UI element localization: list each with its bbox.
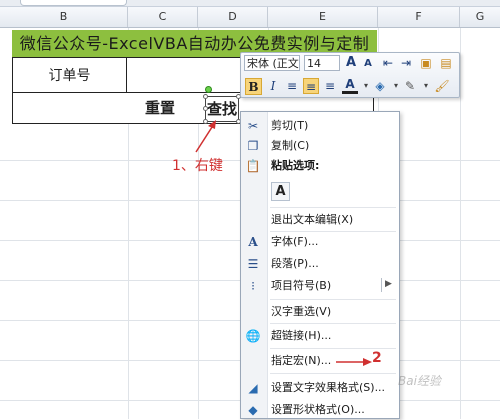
menu-item-paste-options: 粘贴选项: — [271, 159, 320, 172]
grow-font-icon[interactable]: A — [343, 55, 359, 71]
column-header-b[interactable]: B — [0, 7, 128, 27]
menu-item-assign-macro[interactable]: 指定宏(N)... — [271, 351, 331, 371]
bold-button[interactable]: B — [245, 78, 262, 95]
menu-item-text-effects[interactable]: 设置文字效果格式(S)... — [271, 378, 385, 398]
font-icon: A — [248, 235, 258, 249]
hyperlink-icon: 🌐 — [245, 329, 261, 343]
menu-item-reconversion[interactable]: 汉字重选(V) — [271, 302, 331, 322]
annotation-arrow — [336, 358, 372, 366]
reset-button[interactable]: 重置 — [130, 96, 190, 120]
column-header-f[interactable]: F — [378, 7, 460, 27]
bring-forward-icon[interactable]: ▣ — [418, 55, 434, 71]
annotation-arrow — [195, 120, 216, 153]
menu-item-exit-text-edit[interactable]: 退出文本编辑(X) — [271, 210, 353, 230]
column-header-d[interactable]: D — [198, 7, 268, 27]
italic-button[interactable]: I — [265, 78, 281, 94]
paste-keep-text-button[interactable]: A — [271, 182, 290, 201]
submenu-divider — [381, 278, 382, 292]
column-header-g[interactable]: G — [460, 7, 500, 27]
paste-icon: 📋 — [245, 159, 261, 173]
resize-handle[interactable] — [203, 94, 208, 99]
font-size-box[interactable]: 14 — [304, 55, 340, 71]
watermark: Bai经验 — [398, 374, 441, 388]
menu-item-font[interactable]: 字体(F)... — [271, 232, 318, 252]
menu-separator — [270, 348, 396, 349]
decrease-indent-icon[interactable]: ⇤ — [380, 55, 396, 71]
menu-separator — [270, 323, 396, 324]
menu-separator — [270, 299, 396, 300]
font-color-icon[interactable]: A — [342, 78, 358, 94]
menu-separator — [270, 373, 396, 374]
menu-item-paragraph[interactable]: 段落(P)... — [271, 254, 319, 274]
align-left-icon[interactable]: ≡ — [284, 78, 300, 94]
shape-outline-icon[interactable]: ✎ — [402, 78, 418, 94]
menu-item-copy[interactable]: 复制(C) — [271, 136, 309, 156]
menu-separator — [270, 207, 396, 208]
shrink-font-icon[interactable]: A — [360, 56, 376, 72]
text-effects-icon: ◢ — [248, 381, 258, 395]
annotation-step2: 2 — [372, 350, 382, 366]
increase-indent-icon[interactable]: ⇥ — [398, 55, 414, 71]
paragraph-icon: ☰ — [247, 257, 259, 271]
font-name-box[interactable]: 宋体 (正文 — [244, 55, 300, 71]
scissors-icon: ✂ — [247, 119, 259, 133]
chevron-down-icon[interactable]: ▾ — [418, 78, 434, 94]
menu-item-hyperlink[interactable]: 超链接(H)... — [271, 326, 331, 346]
annotation-step1: 1、右键 — [172, 158, 223, 174]
submenu-arrow-icon: ▶ — [385, 279, 392, 289]
menu-item-cut[interactable]: 剪切(T) — [271, 116, 308, 136]
menu-item-bullets[interactable]: 项目符号(B) — [271, 276, 331, 296]
column-header-c[interactable]: C — [128, 7, 198, 27]
send-backward-icon[interactable]: ▤ — [438, 55, 454, 71]
format-painter-icon[interactable]: 🖌 — [434, 78, 450, 94]
column-header-e[interactable]: E — [268, 7, 378, 27]
align-center-icon[interactable]: ≡ — [303, 78, 319, 94]
rotation-handle[interactable] — [205, 86, 212, 93]
fill-color-icon[interactable]: ◈ — [372, 78, 388, 94]
menu-item-shape-format[interactable]: 设置形状格式(O)... — [271, 400, 365, 420]
shape-format-icon: ◆ — [248, 403, 258, 417]
align-right-icon[interactable]: ≡ — [322, 78, 338, 94]
order-number-label: 订单号 — [12, 57, 127, 93]
copy-icon: ❐ — [247, 139, 259, 153]
bullets-icon: ⁝ — [251, 279, 255, 293]
resize-handle[interactable] — [203, 106, 208, 111]
sheet-tab-edge[interactable] — [20, 0, 127, 6]
